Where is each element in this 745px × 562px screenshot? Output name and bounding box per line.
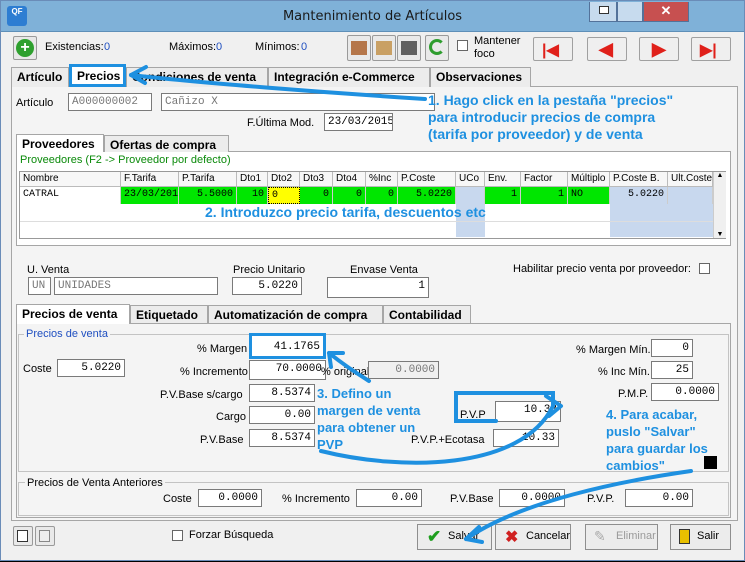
arrow-4 xyxy=(464,469,693,541)
annotation-1-line-1: 1. Hago click en la pestaña "precios" xyxy=(428,92,674,108)
annotation-1: 1. Hago click en la pestaña "precios" pa… xyxy=(428,92,673,143)
arrow-3a xyxy=(327,351,371,383)
annotation-3-line-3: para obtener un xyxy=(317,420,416,435)
annotation-4-line-2: puslo "Salvar" xyxy=(606,424,696,439)
annotation-1-line-3: (tarifa por proveedor) y de venta xyxy=(428,126,643,142)
annotation-4-line-1: 4. Para acabar, xyxy=(606,407,698,422)
annotation-1-line-2: para introducir precios de compra xyxy=(428,109,656,125)
arrow-1 xyxy=(129,73,427,101)
annotation-2: 2. Introduzco precio tarifa, descuentos … xyxy=(205,204,486,220)
annotation-4: 4. Para acabar, puslo "Salvar" para guar… xyxy=(606,406,708,474)
annotation-4-line-3: para guardar los xyxy=(606,441,708,456)
annotation-3-line-4: PVP xyxy=(317,437,344,452)
annotation-3: 3. Defino un margen de venta para obtene… xyxy=(317,385,420,453)
main-window: QF Mantenimiento de Artículos ✕ + Existe… xyxy=(0,0,745,561)
annotation-3-line-2: margen de venta xyxy=(317,403,421,418)
annotation-3-line-1: 3. Defino un xyxy=(317,386,392,401)
annotation-arrows xyxy=(129,65,693,544)
annotation-4-line-4: cambios" xyxy=(606,458,665,473)
